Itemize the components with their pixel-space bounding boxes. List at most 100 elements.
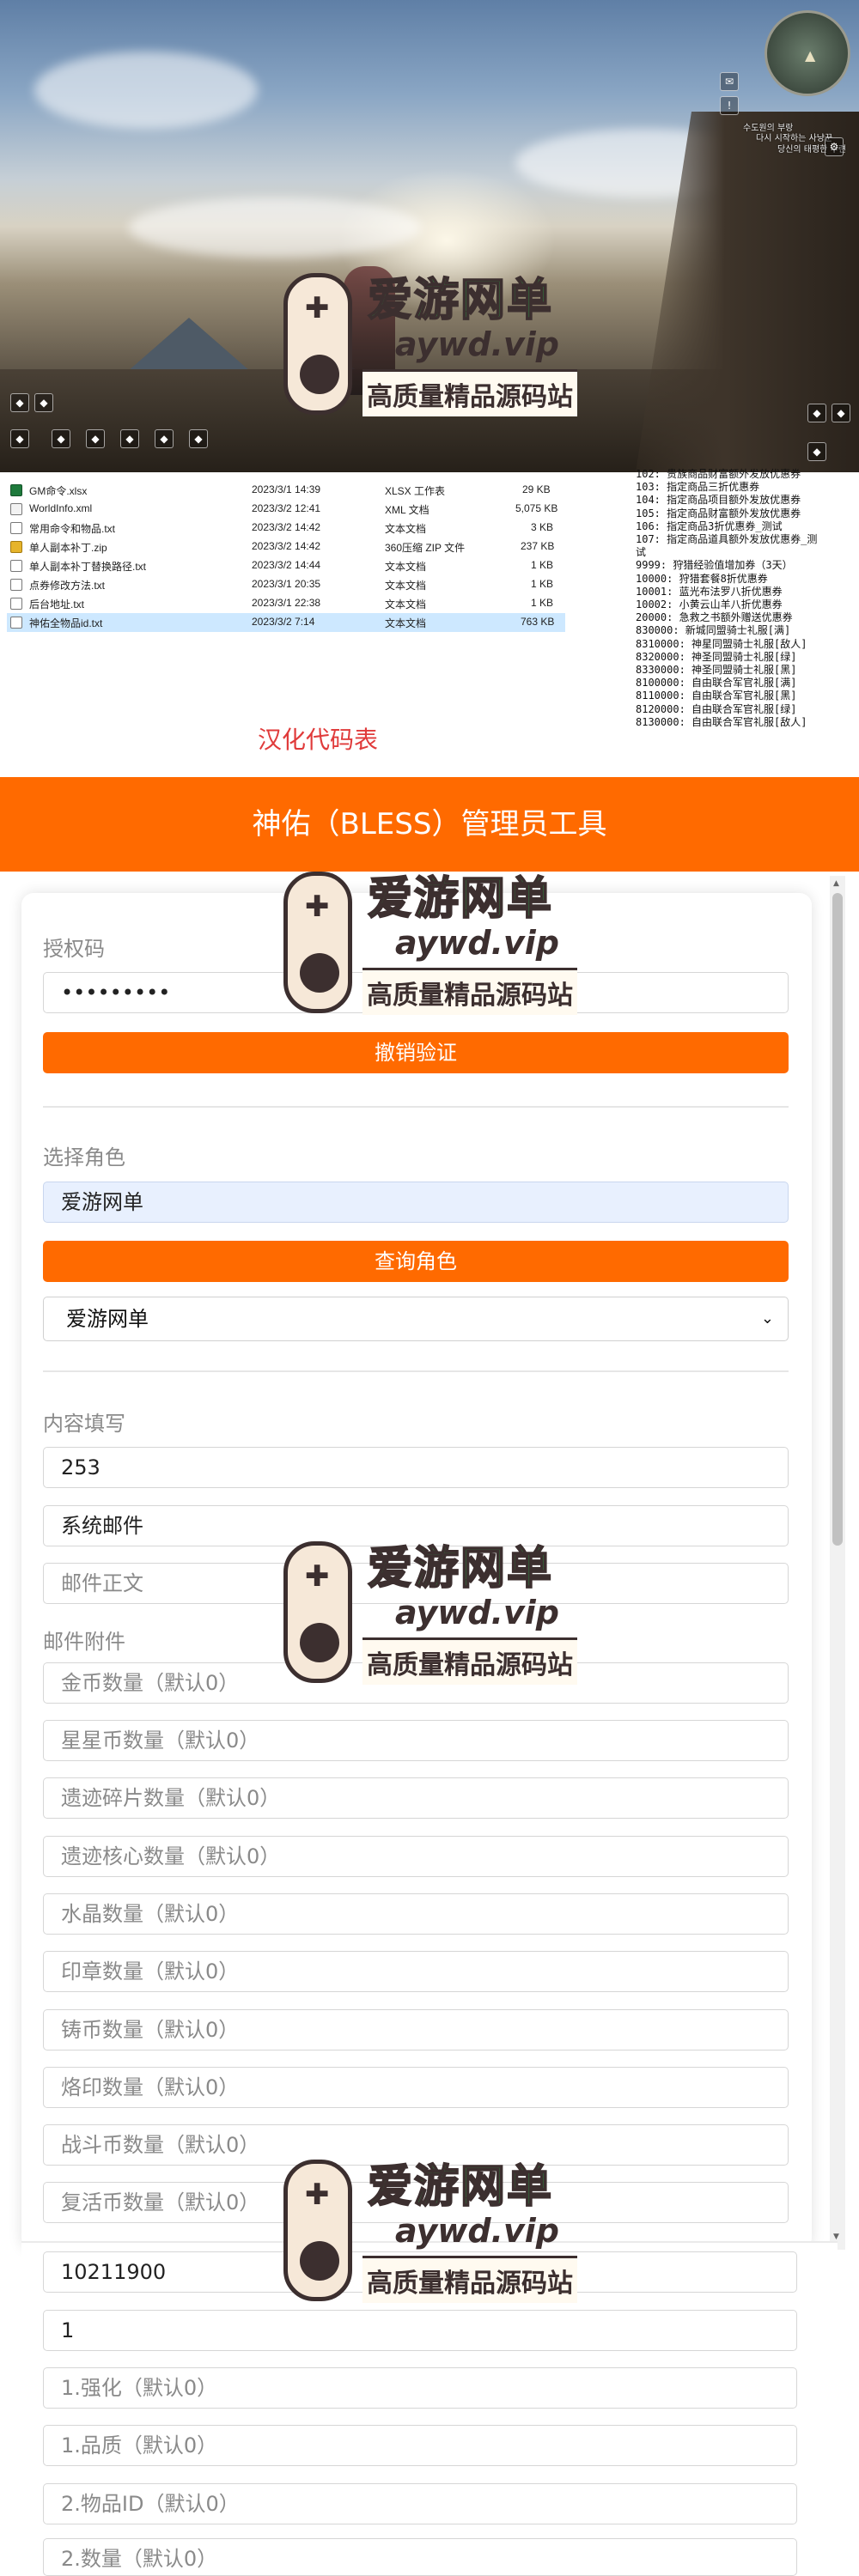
text-file-icon bbox=[10, 617, 22, 629]
divider bbox=[43, 1370, 789, 1372]
file-row[interactable]: 常用命令和物品.txt 2023/3/2 14:42 文本文档 3 KB bbox=[7, 519, 565, 538]
code-line: 8310000: 神星同盟骑士礼服[敌人] bbox=[636, 637, 807, 650]
excel-file-icon bbox=[10, 484, 22, 496]
skill-icon[interactable]: ◆ bbox=[52, 429, 70, 448]
item-id-input[interactable]: 10211900 bbox=[43, 2251, 797, 2293]
content-label: 内容填写 bbox=[43, 1412, 125, 1436]
code-line: 102: 贵族商品财富额外发放优惠券 bbox=[636, 468, 801, 480]
code-line: 试 bbox=[636, 546, 647, 559]
file-row-selected[interactable]: 神佑全物品id.txt 2023/3/2 7:14 文本文档 763 KB bbox=[7, 613, 565, 632]
file-name: GM命令.xlsx bbox=[29, 485, 88, 497]
text-file-icon bbox=[10, 579, 22, 591]
item2-id-input[interactable]: 2.物品ID（默认0） bbox=[43, 2483, 797, 2524]
file-type: 文本文档 bbox=[385, 523, 427, 535]
file-row[interactable]: 单人副本补丁替换路径.txt 2023/3/2 14:44 文本文档 1 KB bbox=[7, 556, 565, 575]
battle-coin-input[interactable]: 战斗币数量（默认0） bbox=[43, 2124, 789, 2166]
caption-localization-table: 汉化代码表 bbox=[258, 726, 379, 754]
relic-fragment-input[interactable]: 遗迹碎片数量（默认0） bbox=[43, 1777, 789, 1819]
settings-icon[interactable]: ⚙ bbox=[825, 137, 844, 156]
role-select[interactable]: 爱游网单 ⌄ bbox=[43, 1297, 789, 1341]
scrollbar-thumb[interactable] bbox=[832, 893, 843, 1546]
code-line: 107: 指定商品道具额外发放优惠券_测 bbox=[636, 533, 818, 546]
text-file-icon bbox=[10, 522, 22, 534]
code-line: 103: 指定商品三折优惠券 bbox=[636, 481, 760, 494]
role-name-input[interactable]: 爱游网单 bbox=[43, 1182, 789, 1223]
player-character bbox=[344, 266, 395, 395]
minimap[interactable]: ▲ bbox=[765, 10, 850, 96]
skill-icon[interactable]: ◆ bbox=[86, 429, 105, 448]
file-size: 29 KB bbox=[522, 483, 551, 495]
auth-label: 授权码 bbox=[43, 937, 105, 961]
brand-input[interactable]: 烙印数量（默认0） bbox=[43, 2067, 789, 2108]
scroll-down-icon[interactable]: ▼ bbox=[833, 2233, 839, 2241]
skill-icon[interactable]: ◆ bbox=[807, 404, 826, 422]
cloud bbox=[129, 197, 421, 258]
auth-code-input[interactable]: ••••••••• bbox=[43, 972, 789, 1013]
file-date: 2023/3/2 7:14 bbox=[252, 616, 315, 628]
skill-icon[interactable]: ◆ bbox=[832, 404, 850, 422]
item-quantity-input[interactable]: 1 bbox=[43, 2310, 797, 2351]
file-row[interactable]: WorldInfo.xml 2023/3/2 12:41 XML 文档 5,07… bbox=[7, 500, 565, 519]
code-line: 8120000: 自由联合军官礼服[绿] bbox=[636, 702, 797, 715]
file-date: 2023/3/1 14:39 bbox=[252, 483, 321, 495]
mail-icon[interactable]: ✉ bbox=[720, 72, 739, 91]
code-line: 10000: 狩猎套餐8折优惠券 bbox=[636, 572, 768, 585]
app-header: 神佑（BLESS）管理员工具 bbox=[0, 777, 859, 872]
skill-icon[interactable]: ◆ bbox=[120, 429, 139, 448]
skill-icon[interactable]: ◆ bbox=[34, 393, 53, 412]
item1-enhance-input[interactable]: 1.强化（默认0） bbox=[43, 2367, 797, 2409]
code-line: 8100000: 自由联合军官礼服[满] bbox=[636, 677, 797, 690]
query-role-button[interactable]: 查询角色 bbox=[43, 1241, 789, 1282]
quest-icon[interactable]: ! bbox=[720, 96, 739, 115]
item1-quality-input[interactable]: 1.品质（默认0） bbox=[43, 2425, 797, 2466]
relic-core-input[interactable]: 遗迹核心数量（默认0） bbox=[43, 1836, 789, 1877]
code-line: 8130000: 自由联合军官礼服[敌人] bbox=[636, 715, 807, 728]
file-size: 237 KB bbox=[521, 540, 555, 552]
skill-icon[interactable]: ◆ bbox=[807, 442, 826, 461]
file-name: 常用命令和物品.txt bbox=[29, 523, 116, 535]
code-line: 830000: 新城同盟骑士礼服[满] bbox=[636, 624, 791, 637]
file-name: 神佑全物品id.txt bbox=[29, 617, 103, 629]
star-coin-input[interactable]: 星星币数量（默认0） bbox=[43, 1720, 789, 1761]
skill-icon[interactable]: ◆ bbox=[155, 429, 174, 448]
mail-field-1[interactable]: 253 bbox=[43, 1447, 789, 1488]
file-size: 5,075 KB bbox=[515, 502, 558, 514]
scroll-up-icon[interactable]: ▲ bbox=[833, 879, 839, 888]
text-file-icon bbox=[10, 560, 22, 572]
item2-quantity-input[interactable]: 2.数量（默认0） bbox=[43, 2538, 797, 2576]
player-arrow-icon: ▲ bbox=[805, 47, 816, 64]
attachments-label: 邮件附件 bbox=[43, 1630, 125, 1654]
file-type: 文本文档 bbox=[385, 598, 427, 611]
game-screenshot: ▲ 수도원의 부랑 당신의 태평한 수련 다시 시작하는 사냥꾼 ✉ ! ⚙ ◆… bbox=[0, 0, 859, 472]
file-explorer: GM命令.xlsx 2023/3/1 14:39 XLSX 工作表 29 KB … bbox=[0, 472, 636, 644]
crystal-input[interactable]: 水晶数量（默认0） bbox=[43, 1893, 789, 1935]
code-line: 8330000: 神圣同盟骑士礼服[黑] bbox=[636, 664, 797, 677]
file-row[interactable]: 点券修改方法.txt 2023/3/1 20:35 文本文档 1 KB bbox=[7, 575, 565, 594]
file-size: 1 KB bbox=[531, 597, 554, 609]
file-date: 2023/3/2 14:42 bbox=[252, 521, 321, 533]
file-size: 1 KB bbox=[531, 578, 554, 590]
mail-title-input[interactable]: 系统邮件 bbox=[43, 1505, 789, 1546]
file-row[interactable]: 后台地址.txt 2023/3/1 22:38 文本文档 1 KB bbox=[7, 594, 565, 613]
file-name: 单人副本补丁替换路径.txt bbox=[29, 561, 147, 573]
revoke-auth-button[interactable]: 撤销验证 bbox=[43, 1032, 789, 1073]
gold-amount-input[interactable]: 金币数量（默认0） bbox=[43, 1662, 789, 1704]
skill-icon[interactable]: ◆ bbox=[10, 393, 29, 412]
skill-icon[interactable]: ◆ bbox=[189, 429, 208, 448]
file-size: 1 KB bbox=[531, 559, 554, 571]
code-line: 10002: 小黄云山羊八折优惠券 bbox=[636, 598, 783, 611]
scrollbar[interactable]: ▲ ▼ bbox=[830, 876, 845, 2250]
revive-coin-input[interactable]: 复活币数量（默认0） bbox=[43, 2182, 789, 2223]
file-name: WorldInfo.xml bbox=[29, 502, 93, 514]
mail-body-input[interactable]: 邮件正文 bbox=[43, 1563, 789, 1604]
file-row[interactable]: GM命令.xlsx 2023/3/1 14:39 XLSX 工作表 29 KB bbox=[7, 481, 565, 500]
file-type: XML 文档 bbox=[385, 504, 430, 516]
code-line: 8110000: 自由联合军官礼服[黑] bbox=[636, 690, 797, 702]
mint-coin-input[interactable]: 铸币数量（默认0） bbox=[43, 2009, 789, 2050]
zip-file-icon bbox=[10, 541, 22, 553]
file-date: 2023/3/1 20:35 bbox=[252, 578, 321, 590]
seal-input[interactable]: 印章数量（默认0） bbox=[43, 1951, 789, 1992]
skill-icon[interactable]: ◆ bbox=[10, 429, 29, 448]
file-row[interactable]: 单人副本补丁.zip 2023/3/2 14:42 360压缩 ZIP 文件 2… bbox=[7, 538, 565, 556]
file-name: 点券修改方法.txt bbox=[29, 580, 106, 592]
